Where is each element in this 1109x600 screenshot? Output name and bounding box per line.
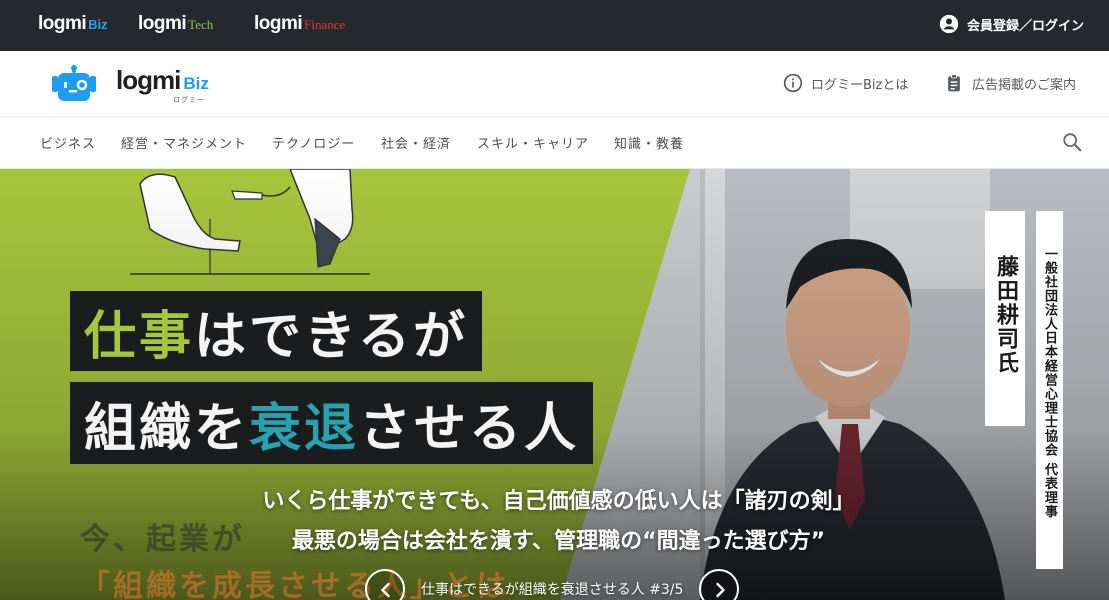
nav-item-business[interactable]: ビジネス: [40, 133, 96, 152]
nav-item-management[interactable]: 経営・マネジメント: [121, 133, 247, 152]
hero-title-part: させる人: [359, 398, 580, 459]
brand-name: logmi: [138, 13, 187, 34]
brand-logmi-biz-link[interactable]: logmi Biz: [38, 13, 108, 37]
hero-title-part: 仕事: [84, 306, 195, 367]
brand-sub: Finance: [304, 17, 346, 32]
logo-kana: ログミー: [173, 96, 205, 104]
hero-headline-line2[interactable]: 最悪の場合は会社を潰す、管理職の“間違った選び方”: [4, 523, 1109, 555]
about-label: ログミーBizとは: [811, 77, 909, 93]
hero-title-line1: 仕事 はできるが: [70, 291, 482, 371]
info-icon: [783, 73, 803, 93]
person-name-label: 藤田耕司氏: [985, 211, 1025, 426]
brand-logmi-finance-link[interactable]: logmi Finance: [254, 13, 345, 37]
search-icon: [1063, 133, 1082, 152]
carousel-pager: 仕事はできるが組織を衰退させる人 #3/5: [365, 569, 740, 600]
series-label[interactable]: 仕事はできるが組織を衰退させる人 #3/5: [421, 579, 683, 599]
chevron-right-icon: [716, 582, 726, 598]
hero-title-part: 衰退: [249, 398, 360, 459]
brand-logmi-tech-link[interactable]: logmi Tech: [138, 13, 213, 37]
login-link[interactable]: 会員登録／ログイン: [939, 14, 1084, 34]
hero-carousel[interactable]: 仕事 はできるが 組織を 衰退 させる人 今、起業が 「組織を成長させる人」とは 藤田…: [0, 169, 1109, 600]
site-logo[interactable]: logmi Biz ログミー: [50, 65, 209, 105]
hero-title-part: 組織を: [84, 398, 250, 459]
nav-item-skill-career[interactable]: スキル・キャリア: [477, 133, 589, 152]
about-link[interactable]: ログミーBizとは: [783, 73, 908, 93]
carousel-next-button[interactable]: [699, 569, 740, 600]
logo-wordmark: logmi: [116, 65, 181, 95]
login-label: 会員登録／ログイン: [966, 18, 1084, 34]
robot-logo-icon: [50, 65, 112, 105]
account-circle-icon: [939, 14, 959, 34]
site-header: logmi Biz ログミー ログミーBizとは 広告掲載のご案内: [0, 51, 1109, 117]
carousel-prev-button[interactable]: [365, 569, 405, 600]
brand-sub: Tech: [188, 17, 214, 32]
hero-headline-line1[interactable]: いくら仕事ができても、自己価値感の低い人は「諸刃の剣」: [4, 483, 1109, 515]
global-topbar: logmi Biz logmi Tech logmi Finance 会員登録／…: [0, 0, 1109, 51]
nav-item-knowledge[interactable]: 知識・教養: [614, 133, 684, 152]
clipboard-icon: [948, 74, 960, 92]
nav-item-society-economy[interactable]: 社会・経済: [381, 133, 451, 152]
category-nav: ビジネス 経営・マネジメント テクノロジー 社会・経済 スキル・キャリア 知識・…: [0, 117, 1109, 169]
person-org-label: 一般社団法人日本経営心理士協会 代表理事: [1036, 211, 1063, 569]
search-button[interactable]: [1061, 131, 1083, 157]
chevron-left-icon: [381, 582, 390, 598]
nav-item-technology[interactable]: テクノロジー: [272, 133, 355, 152]
brand-name: logmi: [254, 13, 303, 34]
hero-title-part: はできるが: [194, 306, 468, 367]
logo-sub: Biz: [183, 74, 209, 93]
hero-title-line2: 組織を 衰退 させる人: [70, 382, 594, 464]
ads-link[interactable]: 広告掲載のご案内: [944, 73, 1076, 93]
brand-name: logmi: [38, 13, 87, 34]
brand-sub: Biz: [88, 17, 108, 32]
ads-label: 広告掲載のご案内: [972, 77, 1077, 93]
